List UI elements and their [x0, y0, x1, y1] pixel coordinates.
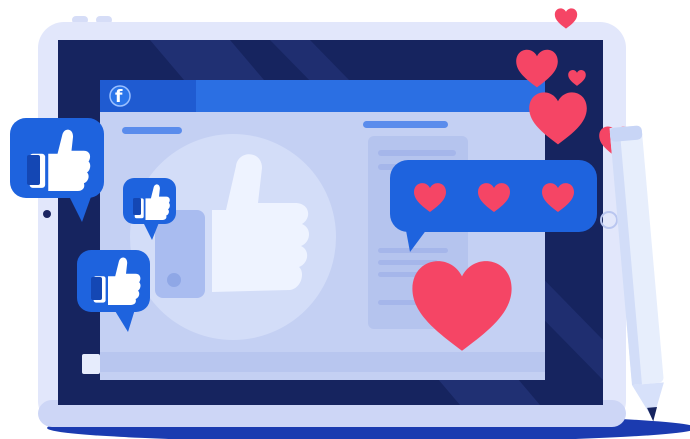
profile-name-placeholder	[122, 127, 182, 134]
facebook-logo-letter: f	[115, 87, 123, 107]
post-card-line	[378, 150, 456, 156]
scroll-handle	[82, 354, 100, 374]
big-thumb-cuff-dot	[167, 273, 181, 287]
scroll-bar	[100, 352, 545, 372]
camera-dot	[43, 210, 51, 218]
facebook-likes-illustration: f	[0, 0, 690, 439]
illustration-canvas: f	[10, 8, 690, 439]
post-title-placeholder	[363, 121, 448, 128]
post-card-line	[378, 248, 448, 253]
